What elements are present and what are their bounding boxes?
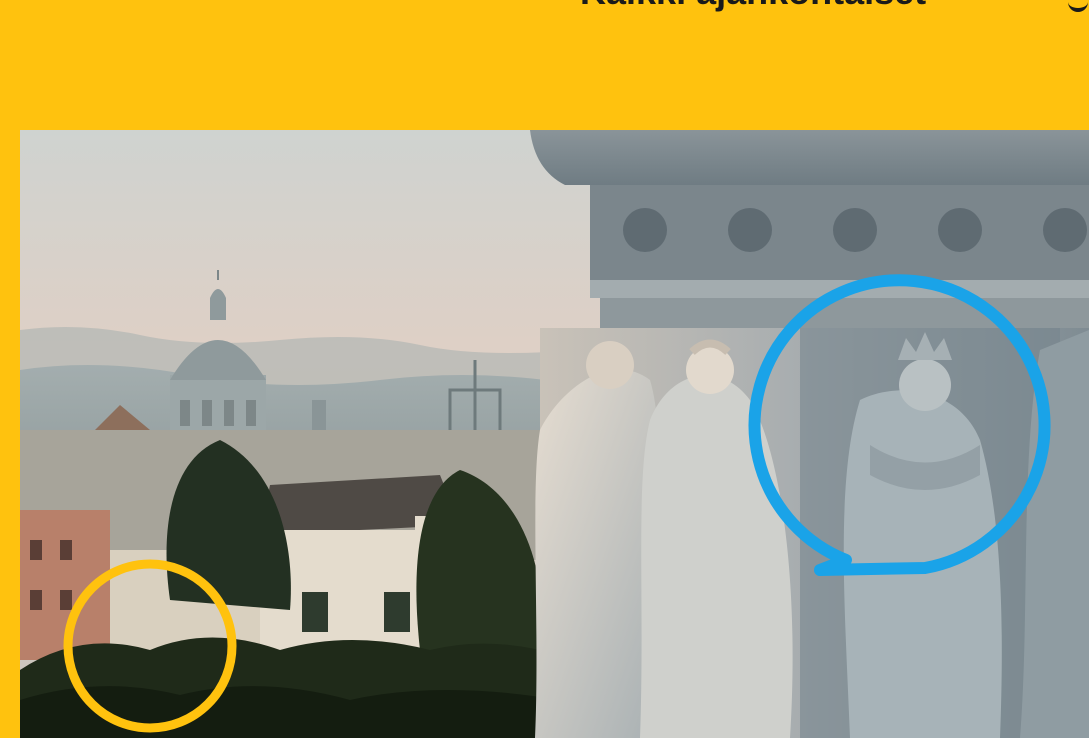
page: Kaikki ajankohtaiset (0, 0, 1089, 738)
hero-image (20, 130, 1089, 738)
page-headline[interactable]: Kaikki ajankohtaiset (580, 0, 926, 10)
headline-decoration (1068, 0, 1088, 12)
monument-cornice (530, 130, 1089, 185)
